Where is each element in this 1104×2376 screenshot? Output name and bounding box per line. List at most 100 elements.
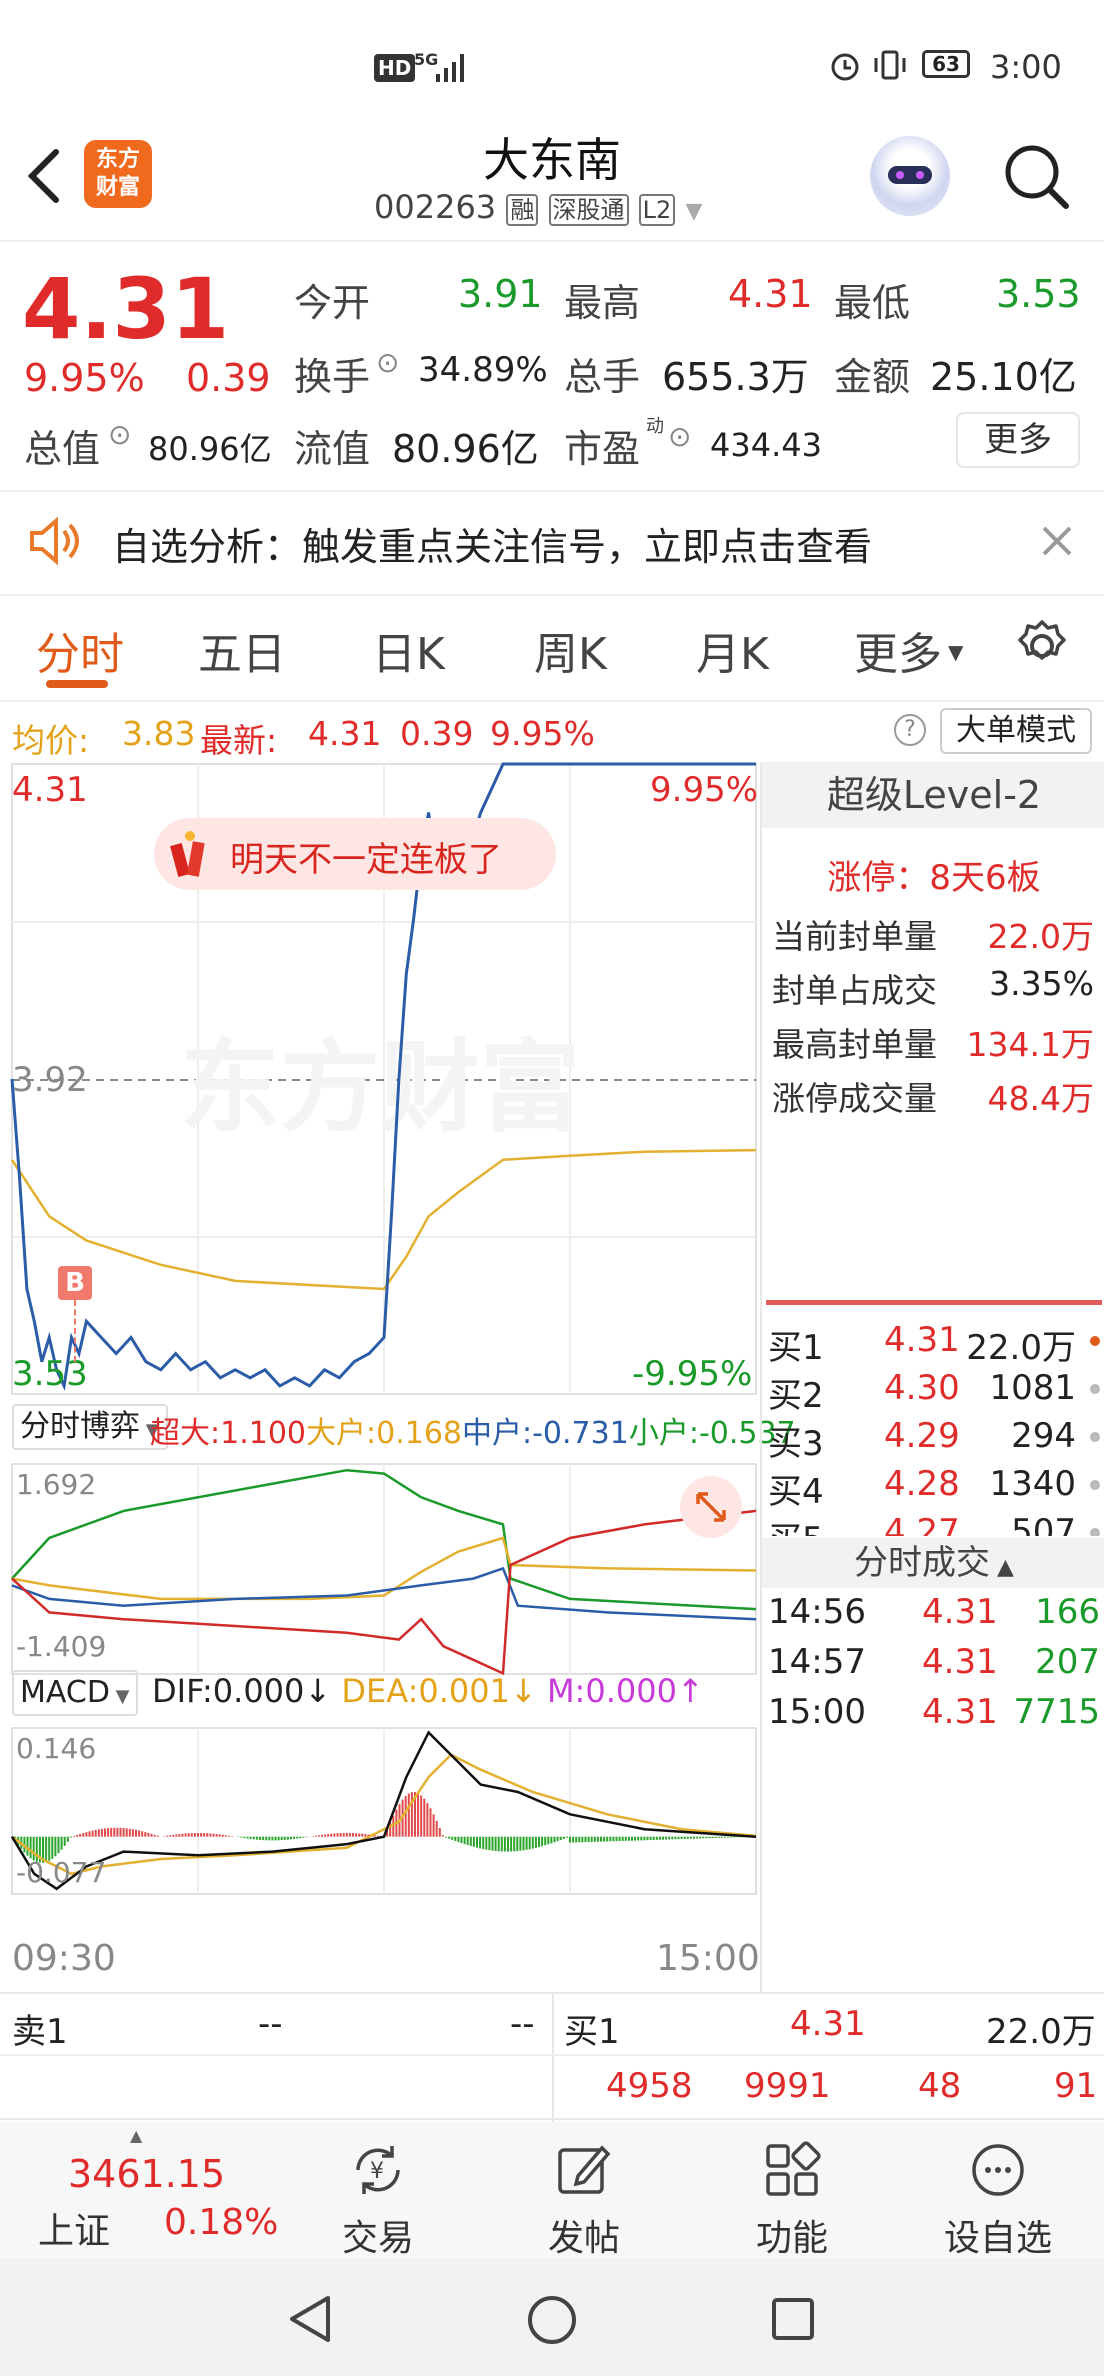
buy1-label: 买1 [564, 2012, 620, 2052]
flow-small-label: 小户: [628, 1416, 699, 1451]
mcap-info-icon[interactable]: ⊙ [108, 418, 131, 451]
flow-legend: 超大:1.100大户:0.168中户:-0.731小户:-0.537 [150, 1408, 796, 1452]
macd-selector[interactable]: MACD ▼ [12, 1670, 138, 1716]
nav-add-watchlist[interactable]: 设自选 [918, 2140, 1078, 2261]
orderbook-row[interactable]: 买3 4.29 294 [762, 1416, 1104, 1464]
orderbook-dot-icon [1090, 1384, 1100, 1394]
trade-time: 15:00 [768, 1692, 866, 1732]
low-label: 最低 [834, 281, 911, 325]
robot-assistant-icon[interactable] [870, 136, 950, 216]
pe-label: 市盈 [564, 427, 641, 471]
index-name: 上证 [38, 2211, 111, 2252]
orderbook-volume: 294 [1011, 1416, 1076, 1456]
tab-more[interactable]: 更多 [854, 618, 942, 682]
trade-price: 4.31 [922, 1592, 998, 1632]
intraday-chart-area[interactable]: 东方财富 4.31 9.95% 3.92 3.53 -9.95% 明天不一定连板… [0, 762, 796, 1992]
signal-icon: 5G [414, 50, 438, 69]
dropdown-caret-icon[interactable]: ▼ [685, 199, 702, 224]
tab-weekly-k[interactable]: 周K [534, 618, 607, 682]
trades-title: 分时成交 [854, 1543, 991, 1583]
price-bot-label: 3.53 [12, 1354, 88, 1394]
level2-stat-label: 涨停成交量 [772, 1079, 937, 1118]
system-recents-icon[interactable] [770, 2296, 816, 2342]
stock-header: 东方 财富 大东南 002263 融 深股通 L2 ▼ [0, 120, 1104, 242]
pct-top-label: 9.95% [650, 770, 759, 810]
notice-bar[interactable]: 自选分析：触发重点关注信号，立即点击查看 [0, 492, 1104, 596]
more-button[interactable]: 更多 [956, 412, 1080, 468]
chart-tabs: 分时 五日 日K 周K 月K 更多 ▼ [0, 596, 1104, 702]
orderbook-volume: 22.0万 [966, 1328, 1076, 1368]
orderbook-price: 4.27 [884, 1512, 960, 1536]
flow-selector[interactable]: 分时博弈 ▼ [12, 1404, 168, 1450]
nav-post[interactable]: 发帖 [504, 2140, 664, 2261]
stat-n4: 91 [1054, 2066, 1098, 2106]
flow-large-value: 0.168 [376, 1416, 462, 1451]
orderbook-price: 4.28 [884, 1464, 960, 1504]
stock-code-line: 002263 融 深股通 L2 ▼ [374, 188, 702, 226]
trade-price: 4.31 [922, 1692, 998, 1732]
orderbook-row[interactable]: 买2 4.30 1081 [762, 1368, 1104, 1416]
orderbook-price: 4.30 [884, 1368, 960, 1408]
firecracker-icon [168, 828, 212, 880]
expand-icon[interactable] [680, 1476, 742, 1538]
flow-min-label: -1.409 [16, 1630, 107, 1663]
signal-bars-icon [436, 54, 464, 82]
flow-max-label: 1.692 [16, 1468, 97, 1501]
buy-marker[interactable]: B [58, 1266, 92, 1300]
nav-functions[interactable]: 功能 [712, 2140, 872, 2261]
system-back-icon[interactable] [286, 2294, 334, 2344]
orderbook-level: 买3 [768, 1424, 824, 1464]
orderbook-level: 买2 [768, 1376, 824, 1416]
index-pct: 0.18% [164, 2202, 279, 2243]
level2-stat-label: 最高封单量 [772, 1025, 937, 1064]
orderbook-level: 买1 [768, 1328, 824, 1368]
limit-streak: 涨停：8天6板 [827, 858, 1041, 898]
info-icon[interactable]: ⊙ [376, 346, 399, 379]
pe-info-icon[interactable]: ⊙ [668, 420, 691, 453]
index-ticker[interactable]: ▲ 3461.15 上证 0.18% [0, 2122, 300, 2258]
m-up-arrow-icon: ↑ [676, 1672, 704, 1710]
sell1-volume: -- [510, 2004, 535, 2044]
bottom-quote-table: 卖1 -- -- 买1 4.31 22.0万 4958 9991 48 91 [0, 1992, 1104, 2122]
sell1-label: 卖1 [12, 2012, 68, 2052]
orderbook-row[interactable]: 买4 4.28 1340 [762, 1464, 1104, 1512]
trades-header[interactable]: 分时成交 ▲ [762, 1538, 1104, 1588]
orderbook-row[interactable]: 买1 4.31 22.0万 [762, 1320, 1104, 1368]
gear-icon[interactable] [1014, 618, 1070, 674]
close-icon[interactable] [1040, 524, 1074, 558]
trade-row: 14:57 4.31 207 [762, 1642, 1104, 1690]
level2-title[interactable]: 超级Level-2 [762, 762, 1104, 828]
index-value: 3461.15 [68, 2152, 226, 2196]
bottom-nav: ▲ 3461.15 上证 0.18% ¥ 交易 发帖 功能 设自选 [0, 2122, 1104, 2261]
level2-stat-value: 3.35% [989, 964, 1094, 1003]
mcap-label: 总值 [24, 427, 101, 471]
speaker-icon [30, 516, 79, 566]
limit-banner[interactable]: 明天不一定连板了 [154, 818, 556, 890]
nav-trade[interactable]: ¥ 交易 [298, 2140, 458, 2261]
help-icon[interactable]: ? [894, 714, 926, 746]
more-dots-icon [972, 2144, 1024, 2196]
trade-price: 4.31 [922, 1642, 998, 1682]
big-order-mode-button[interactable]: 大单模式 [940, 708, 1092, 754]
orderbook-row[interactable]: 买5 4.27 507 [762, 1512, 1104, 1536]
stock-code: 002263 [374, 188, 497, 226]
stat-n2: 9991 [744, 2066, 831, 2106]
more-caret-icon: ▼ [948, 640, 964, 664]
high-label: 最高 [564, 281, 641, 325]
time-start-label: 09:30 [12, 1938, 116, 1979]
search-icon[interactable] [1000, 140, 1072, 212]
tab-intraday[interactable]: 分时 [36, 618, 124, 682]
system-home-icon[interactable] [526, 2294, 578, 2346]
low-value: 3.53 [996, 272, 1081, 316]
status-bar: HD 5G 63 3:00 [0, 0, 1104, 120]
trade-volume: 166 [1035, 1592, 1100, 1632]
tab-monthly-k[interactable]: 月K [696, 618, 769, 682]
battery-indicator: 63 [922, 50, 970, 78]
tab-daily-k[interactable]: 日K [372, 618, 445, 682]
open-label: 今开 [294, 281, 371, 325]
svg-text:¥: ¥ [370, 2159, 384, 2184]
buy1-volume: 22.0万 [986, 2012, 1096, 2052]
hd-indicator: HD [374, 54, 416, 82]
macd-dif-value: DIF:0.000 [152, 1672, 305, 1710]
tab-five-day[interactable]: 五日 [198, 618, 286, 682]
